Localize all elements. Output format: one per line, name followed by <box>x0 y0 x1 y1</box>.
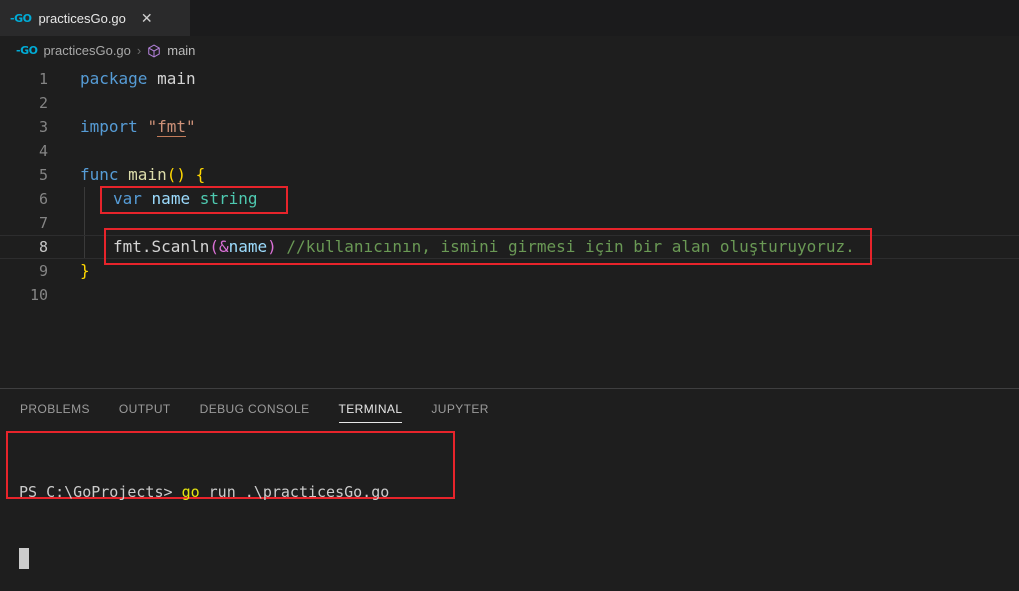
code-line[interactable]: 1 package main <box>0 67 1019 91</box>
code-token: () <box>166 165 186 184</box>
breadcrumb-separator: › <box>136 43 142 58</box>
code-token: { <box>195 165 206 184</box>
code-token: " <box>147 117 158 136</box>
code-token: name <box>151 189 191 208</box>
terminal-prompt: PS C:\GoProjects> <box>19 483 182 501</box>
code-line[interactable]: 3 import "fmt" <box>0 115 1019 139</box>
code-line-content: func main() { <box>80 163 205 187</box>
line-number: 6 <box>38 190 48 208</box>
breadcrumb-symbol[interactable]: main <box>167 43 195 58</box>
code-line-content: } <box>80 259 90 283</box>
terminal[interactable]: PS C:\GoProjects> go run .\practicesGo.g… <box>19 437 389 591</box>
close-icon[interactable]: ✕ <box>141 11 153 25</box>
line-number: 7 <box>38 214 48 232</box>
code-line[interactable]: 4 <box>0 139 1019 163</box>
code-line[interactable]: 8 fmt.Scanln(&name) //kullanıcının, ismin… <box>0 235 1019 259</box>
package-symbol-icon <box>147 43 161 58</box>
tab-practicesgo[interactable]: -GO practicesGo.go ✕ <box>0 0 190 36</box>
tab-label: practicesGo.go <box>38 10 126 26</box>
line-number: 5 <box>38 166 48 184</box>
code-token: fmt.Scanln <box>113 237 210 256</box>
tab-bar: -GO practicesGo.go ✕ <box>0 0 1019 36</box>
code-lines: 1 package main 2 3 import "fmt" 4 5 func main()… <box>0 67 1019 307</box>
code-token: //kullanıcının, ismini girmesi için bir … <box>286 237 855 256</box>
code-token: var <box>113 189 142 208</box>
terminal-command-line: PS C:\GoProjects> go run .\practicesGo.g… <box>19 481 389 503</box>
code-editor[interactable]: 1 package main 2 3 import "fmt" 4 5 func main()… <box>0 67 1019 307</box>
line-number: 10 <box>29 286 48 304</box>
panel-tab-debug-console[interactable]: DEBUG CONSOLE <box>200 402 310 423</box>
code-token: fmt <box>157 117 186 137</box>
code-line-content: import "fmt" <box>80 115 196 139</box>
breadcrumb: -GO practicesGo.go › main <box>0 36 1019 65</box>
code-line[interactable]: 5 func main() { <box>0 163 1019 187</box>
panel-tab-bar: PROBLEMS OUTPUT DEBUG CONSOLE TERMINAL JUPYT… <box>0 389 1019 429</box>
panel-tab-terminal[interactable]: TERMINAL <box>338 402 403 423</box>
terminal-cursor <box>19 548 29 569</box>
line-number: 2 <box>38 94 48 112</box>
breadcrumb-file[interactable]: practicesGo.go <box>43 43 130 58</box>
code-token: package <box>80 69 148 88</box>
code-token: main <box>157 69 196 88</box>
line-number: 3 <box>38 118 48 136</box>
panel-tab-jupyter[interactable]: JUPYTER <box>431 402 488 423</box>
go-file-icon: -GO <box>10 11 32 25</box>
code-line[interactable]: 9} <box>0 259 1019 283</box>
code-token: name <box>228 237 268 256</box>
code-token: & <box>218 237 229 256</box>
code-token: " <box>185 117 196 136</box>
panel-tab-problems[interactable]: PROBLEMS <box>20 402 90 423</box>
code-token: ) <box>267 237 277 256</box>
line-number: 8 <box>38 238 48 256</box>
code-line-content: fmt.Scanln(&name) //kullanıcının, ismini… <box>80 235 855 259</box>
code-token: string <box>199 189 258 208</box>
line-number: 1 <box>38 70 48 88</box>
code-line-content: var name string <box>80 187 258 211</box>
code-line-content: package main <box>80 67 196 91</box>
code-token: } <box>80 261 90 280</box>
go-file-icon: -GO <box>16 44 38 57</box>
code-line[interactable]: 2 <box>0 91 1019 115</box>
terminal-args: run .\practicesGo.go <box>199 483 390 501</box>
code-line[interactable]: 6 var name string <box>0 187 1019 211</box>
line-number: 4 <box>38 142 48 160</box>
panel-tab-output[interactable]: OUTPUT <box>119 402 171 423</box>
code-token: func <box>80 165 119 184</box>
code-token: main <box>128 165 167 184</box>
code-token: ( <box>209 237 219 256</box>
line-number: 9 <box>38 262 48 280</box>
code-line[interactable]: 7 <box>0 211 1019 235</box>
code-line[interactable]: 10 <box>0 283 1019 307</box>
code-token: import <box>80 117 138 136</box>
terminal-command: go <box>181 483 200 501</box>
